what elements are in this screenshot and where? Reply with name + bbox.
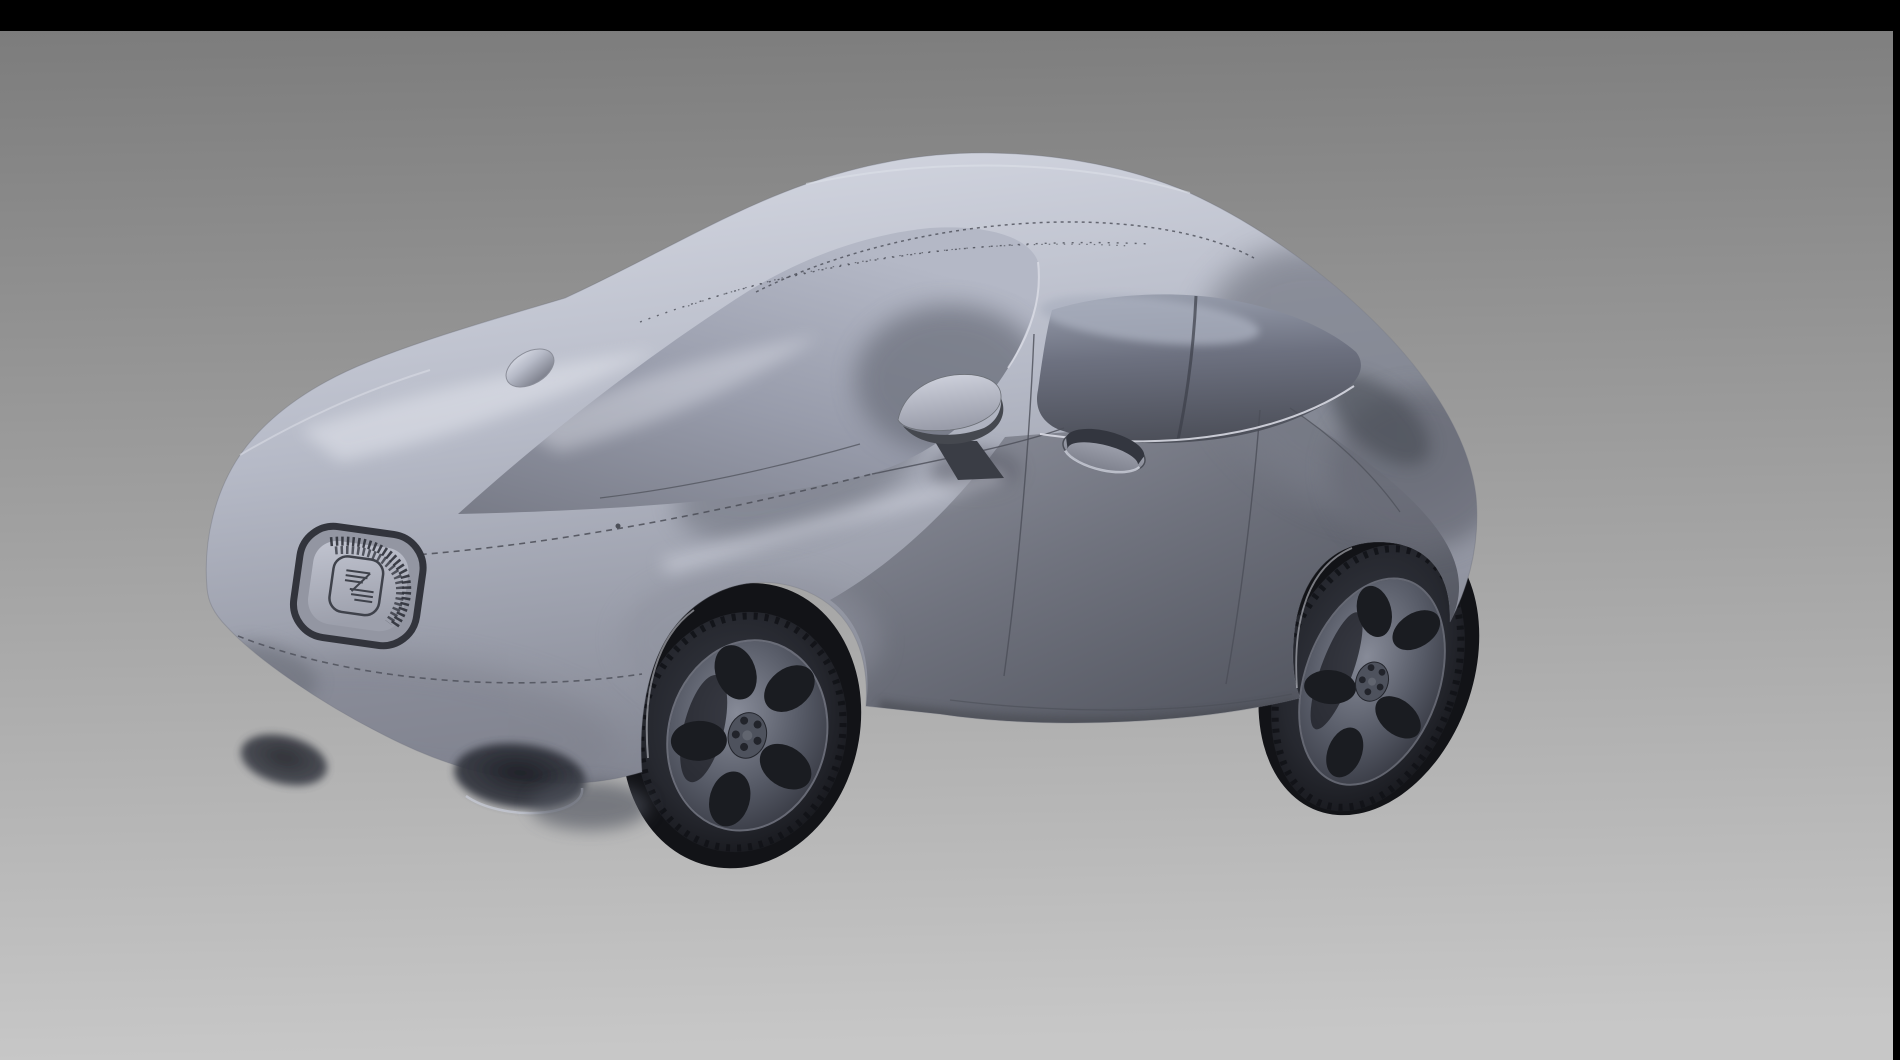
front-grille[interactable]: [289, 522, 427, 650]
top-black-bar: [0, 0, 1900, 31]
under-bumper-shade: [530, 782, 650, 830]
viewport-3d[interactable]: [0, 0, 1900, 1060]
app-window: [0, 0, 1900, 1060]
surface-marker-dot: [616, 524, 621, 529]
right-black-bar: [1893, 0, 1900, 1060]
